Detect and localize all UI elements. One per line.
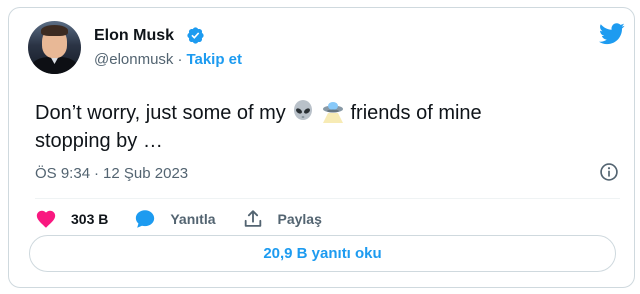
tweet-timestamp[interactable]: ÖS 9:34 · 12 Şub 2023 bbox=[35, 165, 188, 182]
heart-icon bbox=[36, 210, 56, 228]
verified-badge-icon bbox=[187, 27, 204, 44]
tweet-card: Elon Musk @elonmusk · Takip et Don’t worry… bbox=[8, 7, 635, 288]
share-button[interactable]: Paylaş bbox=[242, 208, 322, 230]
handle-separator: · bbox=[177, 51, 183, 68]
avatar-hair bbox=[41, 25, 68, 36]
share-label: Paylaş bbox=[277, 211, 322, 227]
info-icon[interactable] bbox=[599, 162, 619, 182]
read-replies-button[interactable]: 20,9 B yanıtı oku bbox=[29, 235, 616, 272]
action-bar: 303 B Yanıtla Paylaş bbox=[35, 207, 348, 231]
like-button[interactable]: 303 B bbox=[35, 208, 108, 230]
follow-button[interactable]: Takip et bbox=[186, 51, 242, 68]
reply-label: Yanıtla bbox=[170, 211, 216, 227]
likes-count: 303 B bbox=[71, 211, 109, 227]
tweet-text-part2: friends of mine bbox=[350, 102, 482, 124]
tweet-text-part1: Don’t worry, just some of my bbox=[35, 102, 286, 124]
tweet-time: ÖS 9:34 bbox=[35, 165, 91, 182]
handle-row: @elonmusk · Takip et bbox=[94, 51, 242, 68]
author-name[interactable]: Elon Musk bbox=[94, 27, 174, 45]
meta-separator: · bbox=[94, 165, 100, 182]
divider bbox=[35, 198, 620, 199]
author-handle[interactable]: @elonmusk bbox=[94, 51, 173, 68]
tweet-text: Don’t worry, just some of my friends of … bbox=[35, 99, 595, 155]
read-replies-label: 20,9 B yanıtı oku bbox=[263, 245, 382, 262]
share-icon bbox=[244, 210, 261, 227]
alien-emoji bbox=[294, 100, 313, 120]
tweet-date: 12 Şub 2023 bbox=[103, 165, 189, 182]
tweet-text-part3: stopping by … bbox=[35, 130, 163, 152]
avatar[interactable] bbox=[28, 21, 81, 74]
twitter-bird-icon[interactable] bbox=[599, 23, 625, 45]
ufo-emoji bbox=[322, 102, 343, 123]
speech-bubble-icon bbox=[136, 210, 155, 228]
reply-button[interactable]: Yanıtla bbox=[134, 208, 216, 230]
